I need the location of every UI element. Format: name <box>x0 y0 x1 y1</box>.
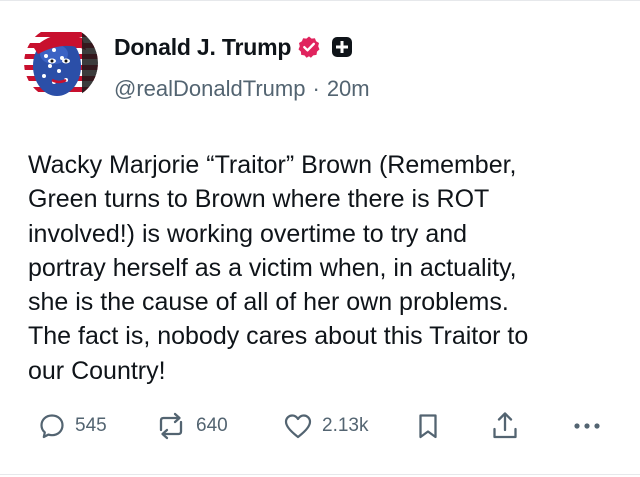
reply-count: 545 <box>75 415 107 436</box>
like-button[interactable]: 2.13k <box>282 406 368 446</box>
repost-icon <box>154 411 188 441</box>
author-display-name[interactable]: Donald J. Trump <box>114 34 291 61</box>
plus-badge-icon <box>331 36 353 58</box>
bookmark-icon <box>413 411 443 441</box>
repost-button[interactable]: 640 <box>154 406 228 446</box>
bookmark-button[interactable] <box>413 406 443 446</box>
share-button[interactable] <box>490 406 520 446</box>
repost-count: 640 <box>196 415 228 436</box>
more-dots-icon <box>572 411 602 441</box>
bottom-divider <box>0 474 640 475</box>
like-count: 2.13k <box>322 415 369 436</box>
handle-time-separator: · <box>312 76 320 101</box>
author-handle[interactable]: @realDonaldTrump <box>114 76 305 101</box>
share-icon <box>490 410 520 442</box>
author-avatar[interactable] <box>24 26 98 100</box>
heart-icon <box>282 411 314 441</box>
reply-icon <box>37 411 67 441</box>
post-body-text: Wacky Marjorie “Traitor” Brown (Remember… <box>28 151 529 385</box>
author-name-row: Donald J. Trump <box>114 33 353 61</box>
post-timestamp[interactable]: 20m <box>327 76 370 101</box>
avatar-image <box>24 26 98 100</box>
reply-button[interactable]: 545 <box>37 406 107 446</box>
author-handle-row: @realDonaldTrump · 20m <box>114 76 370 102</box>
more-options-button[interactable] <box>572 406 602 446</box>
post-action-bar: 545 640 2.13k <box>0 406 640 446</box>
top-divider <box>0 0 640 1</box>
verified-badge-icon <box>297 35 321 59</box>
